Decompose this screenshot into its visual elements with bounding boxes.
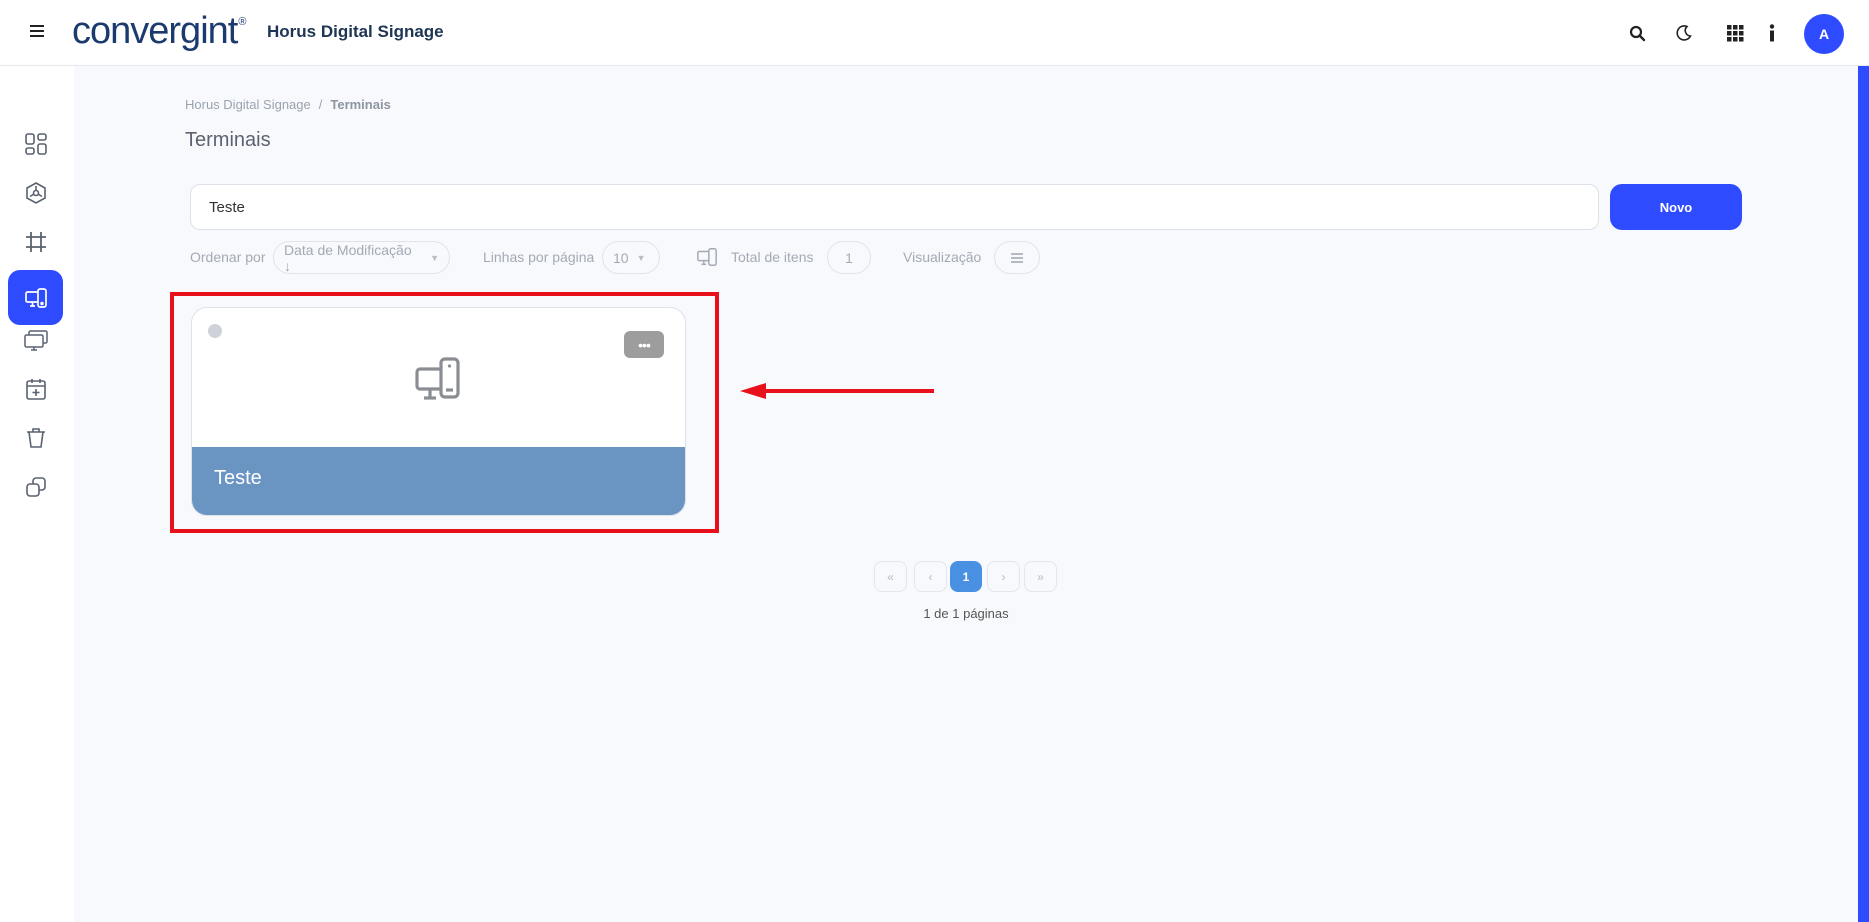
- sidebar-item-schedule[interactable]: [8, 361, 63, 416]
- view-mode-toggle[interactable]: [994, 241, 1040, 274]
- more-options-button[interactable]: •••: [624, 331, 664, 358]
- user-avatar[interactable]: A: [1804, 14, 1844, 54]
- view-mode-label: Visualização: [903, 249, 982, 265]
- rows-per-page-label: Linhas por página: [483, 249, 595, 265]
- page-info: 1 de 1 páginas: [923, 606, 1009, 621]
- info-icon[interactable]: [1761, 22, 1783, 44]
- convergint-logo[interactable]: convergint®: [72, 10, 246, 53]
- pager-next-button[interactable]: ›: [987, 561, 1020, 592]
- scrollbar[interactable]: [1858, 66, 1869, 922]
- trash-icon: [26, 427, 45, 448]
- terminal-card[interactable]: ••• Teste: [191, 307, 686, 516]
- caret-down-icon: ▼: [636, 252, 646, 263]
- rows-per-page-select[interactable]: 10 ▼: [602, 241, 660, 274]
- sort-select[interactable]: Data de Modificação ↓ ▼: [273, 241, 450, 274]
- card-footer: Teste: [192, 447, 685, 515]
- dark-mode-moon-icon[interactable]: [1673, 22, 1695, 44]
- search-input[interactable]: [190, 184, 1599, 230]
- sidebar-item-groups[interactable]: [8, 459, 63, 514]
- sidebar-item-media[interactable]: [8, 165, 63, 220]
- pager-page-1-button[interactable]: 1: [950, 561, 982, 592]
- cube-icon: [25, 181, 46, 204]
- total-items-devices-icon: [697, 248, 717, 266]
- sort-label: Ordenar por: [190, 249, 266, 265]
- pager-last-button[interactable]: »: [1024, 561, 1057, 592]
- sidebar-item-trash[interactable]: [8, 410, 63, 465]
- pager-first-button[interactable]: «: [874, 561, 907, 592]
- status-indicator: [208, 324, 222, 338]
- menu-toggle-icon[interactable]: [28, 23, 46, 41]
- terminal-devices-icon: [415, 357, 460, 400]
- breadcrumb-root[interactable]: Horus Digital Signage: [185, 97, 311, 112]
- dashboard-icon: [24, 132, 47, 155]
- layout-grid-icon: [25, 231, 46, 252]
- apps-grid-icon[interactable]: [1724, 22, 1746, 44]
- total-items-count: 1: [827, 241, 871, 274]
- sidebar-item-displays[interactable]: [8, 312, 63, 367]
- sidebar-item-layouts[interactable]: [8, 214, 63, 269]
- total-items-label: Total de itens: [731, 249, 814, 265]
- app-title: Horus Digital Signage: [267, 22, 444, 41]
- page-title: Terminais: [185, 129, 271, 151]
- sidebar-item-dashboard[interactable]: [8, 116, 63, 171]
- new-terminal-button[interactable]: Novo: [1610, 184, 1742, 230]
- terminal-devices-icon: [24, 287, 47, 308]
- calendar-add-icon: [25, 378, 46, 400]
- terminal-name: Teste: [214, 467, 262, 489]
- caret-down-icon: ▼: [430, 252, 439, 263]
- list-view-icon: [1011, 252, 1023, 263]
- pager-prev-button[interactable]: ‹: [914, 561, 947, 592]
- breadcrumb-current: Terminais: [330, 97, 391, 112]
- layers-icon: [25, 476, 46, 497]
- displays-icon: [23, 329, 48, 351]
- search-icon[interactable]: [1626, 22, 1648, 44]
- sidebar: [0, 66, 74, 922]
- breadcrumb: Horus Digital Signage / Terminais: [185, 97, 391, 112]
- top-header: convergint® Horus Digital Signage A: [0, 0, 1869, 66]
- arrow-left-annotation-icon: [740, 383, 934, 399]
